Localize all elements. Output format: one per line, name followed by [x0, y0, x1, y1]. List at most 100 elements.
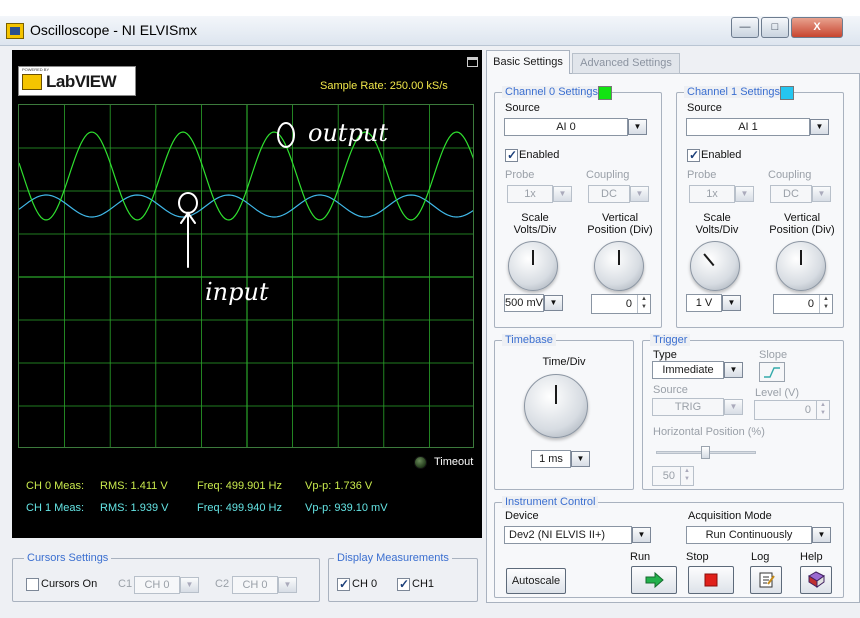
output-marker-circle	[277, 122, 295, 148]
cursors-on-label: Cursors On	[41, 578, 98, 590]
display-ch0-label: CH 0	[352, 578, 378, 590]
time-div-dropdown[interactable]: 1 ms	[531, 450, 571, 468]
channel1-enabled-checkbox[interactable]	[687, 148, 700, 162]
minimize-button[interactable]: —	[731, 17, 759, 38]
maximize-button[interactable]: □	[761, 17, 789, 38]
time-div-label: Time/Div	[542, 356, 586, 368]
channel1-source-arrow-icon[interactable]: ▼	[810, 119, 829, 135]
channel1-settings-title: Channel 1 Settings	[684, 86, 783, 98]
channel0-coupling-arrow-icon[interactable]: ▼	[630, 186, 649, 202]
input-marker-arrow	[180, 211, 196, 268]
channel0-scale-label: Scale Volts/Div	[513, 212, 557, 236]
c1-dropdown-arrow-icon[interactable]: ▼	[180, 577, 199, 593]
horizontal-position-spinner-icon[interactable]: ▲ ▼	[680, 467, 693, 485]
slider-thumb[interactable]	[701, 446, 710, 459]
channel0-scale-dropdown[interactable]: 500 mV	[504, 294, 544, 312]
channel0-scale-arrow-icon[interactable]: ▼	[544, 295, 563, 311]
run-label: Run	[630, 551, 651, 563]
autoscale-button[interactable]: Autoscale	[506, 568, 566, 594]
output-annotation-text: output	[308, 119, 388, 147]
log-label: Log	[751, 551, 770, 563]
acquisition-mode-label: Acquisition Mode	[688, 510, 772, 522]
window-title: Oscilloscope - NI ELVISmx	[30, 22, 198, 38]
tab-basic-settings[interactable]: Basic Settings	[486, 50, 570, 74]
trigger-source-arrow-icon[interactable]: ▼	[724, 399, 743, 415]
channel1-probe-arrow-icon[interactable]: ▼	[735, 186, 754, 202]
ch1-freq: Freq: 499.940 Hz	[197, 502, 282, 514]
waveform-graph[interactable]: output input	[18, 104, 474, 448]
run-arrow-icon	[645, 571, 664, 589]
channel0-enabled-checkbox[interactable]	[505, 148, 518, 162]
trigger-source-dropdown[interactable]: TRIG	[652, 398, 724, 416]
ch1-rms: RMS: 1.939 V	[100, 502, 169, 514]
channel1-vpos-knob[interactable]	[776, 241, 826, 291]
channel1-vpos-spinner-icon[interactable]: ▲ ▼	[819, 295, 832, 313]
trigger-type-label: Type	[653, 349, 677, 361]
app-icon	[6, 23, 24, 39]
labview-logo-mark-icon	[22, 74, 42, 90]
channel0-vpos-knob[interactable]	[594, 241, 644, 291]
device-arrow-icon[interactable]: ▼	[632, 527, 651, 543]
channel1-source-label: Source	[687, 102, 722, 114]
channel0-vpos-spinner-icon[interactable]: ▲ ▼	[637, 295, 650, 313]
rising-slope-icon[interactable]	[759, 362, 785, 382]
device-dropdown[interactable]: Dev2 (NI ELVIS II+)	[504, 526, 632, 544]
input-annotation-text: input	[205, 278, 269, 306]
time-div-knob[interactable]	[524, 374, 588, 438]
trigger-level-spinner-icon[interactable]: ▲ ▼	[816, 401, 829, 419]
time-div-arrow-icon[interactable]: ▼	[571, 451, 590, 467]
trigger-level-label: Level (V)	[755, 387, 800, 399]
channel1-scale-arrow-icon[interactable]: ▼	[722, 295, 741, 311]
channel0-scale-knob[interactable]	[508, 241, 558, 291]
display-ch1-checkbox[interactable]	[397, 577, 410, 591]
display-ch1-label: CH1	[412, 578, 435, 590]
trigger-slope-label: Slope	[759, 349, 788, 361]
waveform-graph-svg: output input	[19, 105, 473, 447]
channel0-vpos-label: Vertical Position (Div)	[587, 212, 653, 236]
c2-label: C2	[215, 578, 230, 590]
channel1-scale-knob[interactable]	[690, 241, 740, 291]
log-notepad-icon	[759, 572, 775, 588]
channel1-enabled-label: Enabled	[701, 149, 742, 161]
help-button[interactable]	[800, 566, 832, 594]
channel1-vpos-label: Vertical Position (Div)	[769, 212, 835, 236]
horizontal-position-slider[interactable]	[656, 446, 756, 460]
graph-grid	[19, 105, 473, 447]
timebase-title: Timebase	[502, 334, 556, 346]
channel1-coupling-dropdown[interactable]: DC	[770, 185, 812, 203]
channel0-source-arrow-icon[interactable]: ▼	[628, 119, 647, 135]
c2-channel-dropdown[interactable]: CH 0	[232, 576, 278, 594]
c2-dropdown-arrow-icon[interactable]: ▼	[278, 577, 297, 593]
acquisition-mode-arrow-icon[interactable]: ▼	[812, 527, 831, 543]
channel0-coupling-label: Coupling	[586, 169, 630, 181]
timeout-led-icon	[414, 456, 427, 469]
timeout-label: Timeout	[434, 456, 474, 468]
channel1-coupling-arrow-icon[interactable]: ▼	[812, 186, 831, 202]
channel0-coupling-dropdown[interactable]: DC	[588, 185, 630, 203]
channel0-probe-dropdown[interactable]: 1x	[507, 185, 553, 203]
maximize-graph-icon[interactable]	[467, 57, 478, 67]
cursors-settings-title: Cursors Settings	[24, 552, 112, 564]
display-measurements-title: Display Measurements	[334, 552, 452, 564]
display-ch0-checkbox[interactable]	[337, 577, 350, 591]
ch1-meas-label: CH 1 Meas:	[26, 502, 85, 514]
channel0-source-dropdown[interactable]: AI 0	[504, 118, 628, 136]
run-button[interactable]	[631, 566, 677, 594]
acquisition-mode-dropdown[interactable]: Run Continuously	[686, 526, 812, 544]
channel1-scale-dropdown[interactable]: 1 V	[686, 294, 722, 312]
tab-advanced-settings[interactable]: Advanced Settings	[572, 53, 680, 74]
log-button[interactable]	[750, 566, 782, 594]
input-marker-circle	[178, 192, 198, 214]
channel1-probe-dropdown[interactable]: 1x	[689, 185, 735, 203]
channel0-probe-arrow-icon[interactable]: ▼	[553, 186, 572, 202]
cursors-on-checkbox[interactable]	[26, 578, 39, 591]
close-button[interactable]: X	[791, 17, 843, 38]
stop-button[interactable]	[688, 566, 734, 594]
channel1-source-dropdown[interactable]: AI 1	[686, 118, 810, 136]
c1-channel-dropdown[interactable]: CH 0	[134, 576, 180, 594]
channel0-enabled-label: Enabled	[519, 149, 560, 161]
channel0-probe-label: Probe	[505, 169, 535, 181]
trigger-type-arrow-icon[interactable]: ▼	[724, 362, 743, 378]
channel1-color-swatch	[780, 86, 794, 100]
trigger-type-dropdown[interactable]: Immediate	[652, 361, 724, 379]
